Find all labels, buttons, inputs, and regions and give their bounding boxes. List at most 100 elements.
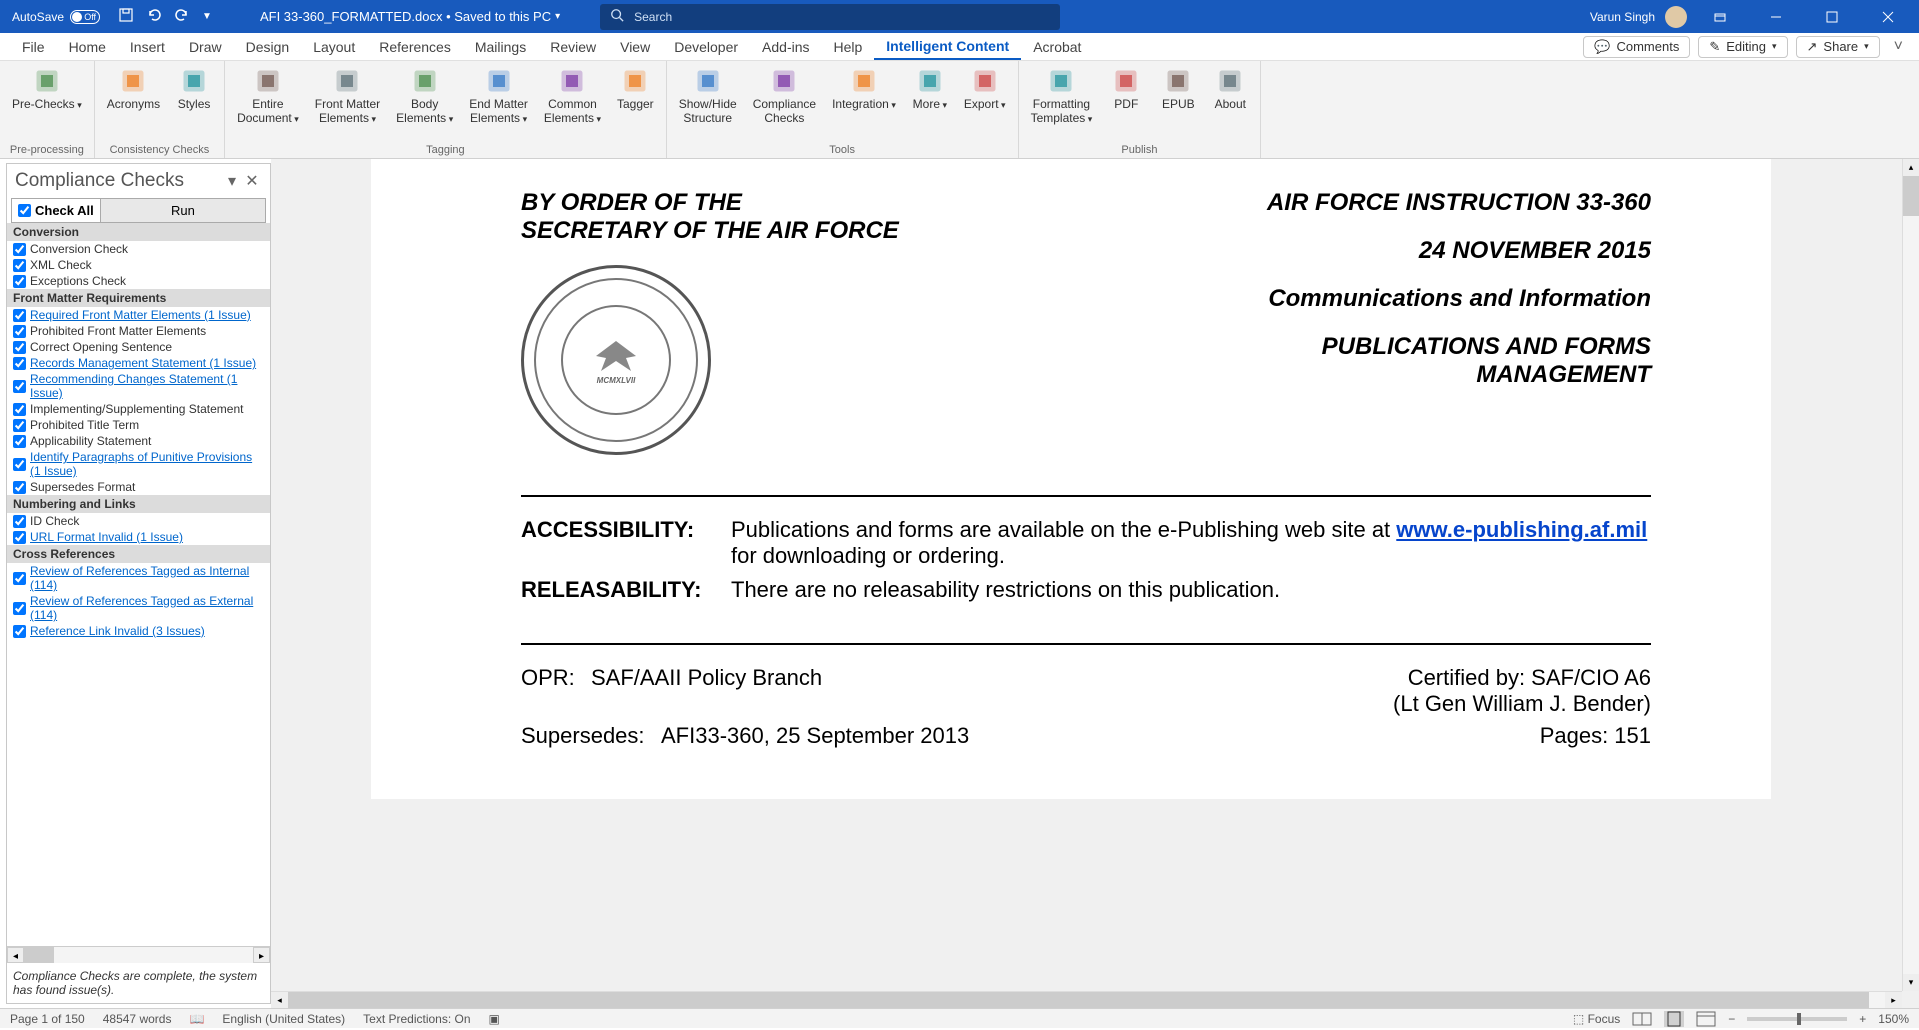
- check-item-label[interactable]: Identify Paragraphs of Punitive Provisio…: [30, 450, 264, 478]
- minimize-button[interactable]: [1753, 0, 1799, 33]
- maximize-button[interactable]: [1809, 0, 1855, 33]
- export-button[interactable]: Export: [958, 63, 1012, 142]
- check-all-checkbox[interactable]: Check All: [12, 199, 100, 222]
- check-item[interactable]: Identify Paragraphs of Punitive Provisio…: [7, 449, 270, 479]
- check-item-label[interactable]: Recommending Changes Statement (1 Issue): [30, 372, 264, 400]
- horizontal-scrollbar[interactable]: ◂ ▸: [271, 991, 1902, 1008]
- check-item[interactable]: Records Management Statement (1 Issue): [7, 355, 270, 371]
- scroll-down-icon[interactable]: ▾: [1903, 974, 1919, 991]
- collapse-ribbon-icon[interactable]: ˅: [1888, 38, 1909, 56]
- check-item-checkbox[interactable]: [13, 515, 26, 528]
- check-item[interactable]: Prohibited Front Matter Elements: [7, 323, 270, 339]
- check-item-checkbox[interactable]: [13, 275, 26, 288]
- tab-help[interactable]: Help: [822, 33, 875, 60]
- tab-home[interactable]: Home: [57, 33, 118, 60]
- front-matter-elements-button[interactable]: Front MatterElements: [309, 63, 386, 142]
- check-item-checkbox[interactable]: [13, 259, 26, 272]
- check-item-checkbox[interactable]: [13, 625, 26, 638]
- save-icon[interactable]: [118, 7, 134, 26]
- check-item-label[interactable]: Reference Link Invalid (3 Issues): [30, 624, 205, 638]
- redo-icon[interactable]: [174, 7, 190, 26]
- check-item-checkbox[interactable]: [13, 403, 26, 416]
- share-button[interactable]: ↗Share▾: [1796, 36, 1880, 58]
- scrollbar-thumb[interactable]: [288, 992, 1869, 1008]
- scroll-right-icon[interactable]: ▸: [253, 947, 270, 963]
- comments-button[interactable]: 💬Comments: [1583, 36, 1690, 58]
- check-item[interactable]: Exceptions Check: [7, 273, 270, 289]
- tab-references[interactable]: References: [367, 33, 463, 60]
- check-item[interactable]: Conversion Check: [7, 241, 270, 257]
- end-matter-elements-button[interactable]: End MatterElements: [463, 63, 534, 142]
- text-predictions[interactable]: Text Predictions: On: [363, 1012, 470, 1026]
- toggle-switch[interactable]: Off: [70, 10, 100, 24]
- tagger-button[interactable]: Tagger: [611, 63, 660, 142]
- check-item[interactable]: Applicability Statement: [7, 433, 270, 449]
- scroll-left-icon[interactable]: ◂: [7, 947, 24, 963]
- show-hide-structure-button[interactable]: Show/HideStructure: [673, 63, 743, 142]
- scroll-left-icon[interactable]: ◂: [271, 992, 288, 1008]
- about-button[interactable]: About: [1206, 63, 1254, 142]
- check-item[interactable]: Review of References Tagged as Internal …: [7, 563, 270, 593]
- styles-button[interactable]: Styles: [170, 63, 218, 142]
- zoom-out-button[interactable]: −: [1728, 1012, 1735, 1026]
- check-item[interactable]: XML Check: [7, 257, 270, 273]
- tab-add-ins[interactable]: Add-ins: [750, 33, 821, 60]
- tab-acrobat[interactable]: Acrobat: [1021, 33, 1093, 60]
- run-button[interactable]: Run: [100, 199, 265, 222]
- word-count[interactable]: 48547 words: [103, 1012, 172, 1026]
- focus-mode-button[interactable]: ⬚ Focus: [1573, 1012, 1620, 1026]
- tab-developer[interactable]: Developer: [662, 33, 750, 60]
- document-title[interactable]: AFI 33-360_FORMATTED.docx • Saved to thi…: [230, 9, 560, 24]
- check-item[interactable]: Required Front Matter Elements (1 Issue): [7, 307, 270, 323]
- more-button[interactable]: More: [906, 63, 954, 142]
- check-item-checkbox[interactable]: [13, 309, 26, 322]
- check-item[interactable]: Reference Link Invalid (3 Issues): [7, 623, 270, 639]
- pre-checks-button[interactable]: Pre-Checks: [6, 63, 88, 142]
- zoom-knob[interactable]: [1797, 1013, 1801, 1025]
- check-item-label[interactable]: Review of References Tagged as External …: [30, 594, 264, 622]
- check-item-checkbox[interactable]: [13, 458, 26, 471]
- scroll-right-icon[interactable]: ▸: [1885, 992, 1902, 1008]
- tab-draw[interactable]: Draw: [177, 33, 234, 60]
- check-item[interactable]: Correct Opening Sentence: [7, 339, 270, 355]
- check-item-checkbox[interactable]: [13, 572, 26, 585]
- print-layout-icon[interactable]: [1664, 1011, 1684, 1027]
- check-item-checkbox[interactable]: [13, 481, 26, 494]
- user-avatar-icon[interactable]: [1665, 6, 1687, 28]
- check-item-checkbox[interactable]: [13, 602, 26, 615]
- integration-button[interactable]: Integration: [826, 63, 902, 142]
- pdf-button[interactable]: PDF: [1102, 63, 1150, 142]
- check-item-label[interactable]: Records Management Statement (1 Issue): [30, 356, 256, 370]
- editing-mode-button[interactable]: ✎Editing▾: [1698, 36, 1787, 58]
- check-item-checkbox[interactable]: [13, 419, 26, 432]
- check-item[interactable]: URL Format Invalid (1 Issue): [7, 529, 270, 545]
- macro-icon[interactable]: ▣: [489, 1012, 500, 1026]
- user-name[interactable]: Varun Singh: [1590, 10, 1655, 24]
- tab-mailings[interactable]: Mailings: [463, 33, 538, 60]
- undo-icon[interactable]: [146, 7, 162, 26]
- qat-dropdown-icon[interactable]: ▼: [202, 11, 212, 22]
- tab-intelligent-content[interactable]: Intelligent Content: [874, 33, 1021, 60]
- document-page[interactable]: BY ORDER OF THE SECRETARY OF THE AIR FOR…: [371, 159, 1771, 799]
- scrollbar-thumb[interactable]: [1903, 176, 1919, 216]
- check-item[interactable]: Review of References Tagged as External …: [7, 593, 270, 623]
- acronyms-button[interactable]: Acronyms: [101, 63, 166, 142]
- check-item[interactable]: Supersedes Format: [7, 479, 270, 495]
- panel-horizontal-scrollbar[interactable]: ◂ ▸: [7, 946, 270, 963]
- tab-design[interactable]: Design: [234, 33, 302, 60]
- check-item[interactable]: Recommending Changes Statement (1 Issue): [7, 371, 270, 401]
- close-button[interactable]: [1865, 0, 1911, 33]
- zoom-in-button[interactable]: +: [1859, 1012, 1866, 1026]
- read-mode-icon[interactable]: [1632, 1011, 1652, 1027]
- formatting-templates-button[interactable]: FormattingTemplates: [1025, 63, 1099, 142]
- zoom-slider[interactable]: [1747, 1017, 1847, 1021]
- panel-close-icon[interactable]: ✕: [242, 171, 262, 191]
- check-item-checkbox[interactable]: [13, 435, 26, 448]
- tab-view[interactable]: View: [608, 33, 662, 60]
- web-layout-icon[interactable]: [1696, 1011, 1716, 1027]
- compliance-checks-button[interactable]: ComplianceChecks: [747, 63, 822, 142]
- check-item-checkbox[interactable]: [13, 357, 26, 370]
- body-elements-button[interactable]: BodyElements: [390, 63, 459, 142]
- tab-insert[interactable]: Insert: [118, 33, 177, 60]
- tab-file[interactable]: File: [10, 33, 57, 60]
